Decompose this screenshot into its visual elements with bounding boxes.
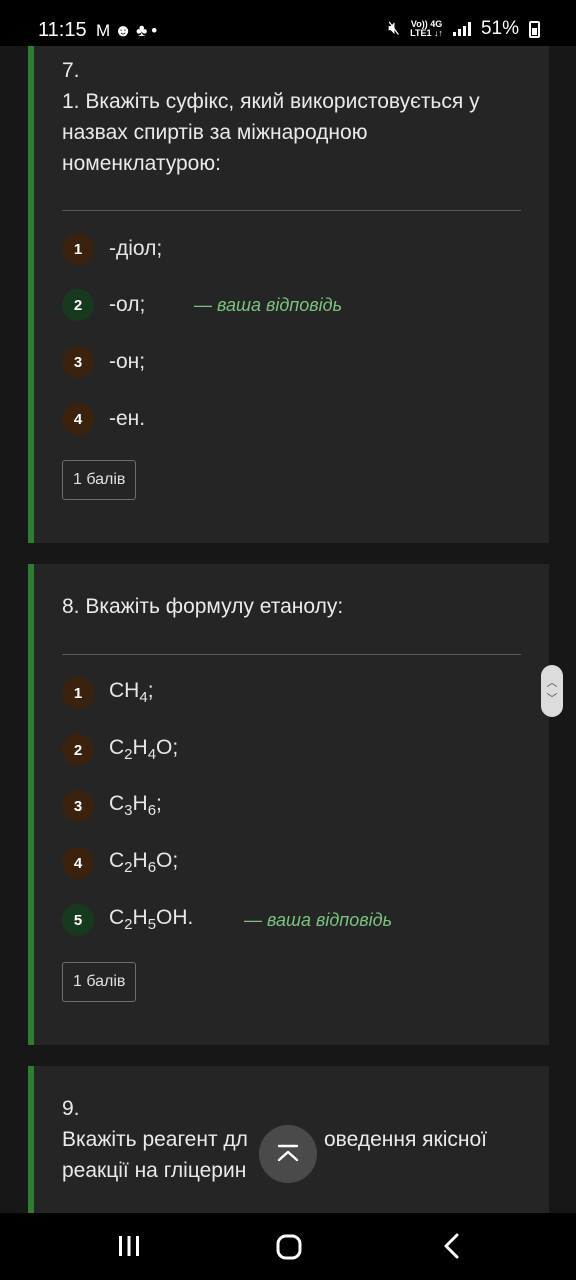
notification-icons: M☻♣• [96,21,161,41]
question-text-line-1b: оведення якісної [324,1128,487,1151]
question-text: 8. Вкажіть формулу етанолу: [62,595,344,618]
battery-icon [529,20,540,38]
question-card-8: 8. Вкажіть формулу етанолу: 1 CH4; 2 C2H… [28,564,549,1045]
dot-icon: • [151,21,162,40]
fast-scroll-handle[interactable]: ︿ ﹀ [541,665,563,717]
option-2[interactable]: 2 -ол; [62,288,145,322]
chevron-up-icon: ︿ [546,677,558,689]
option-3[interactable]: 3 C3H6; [62,789,162,823]
recent-apps-button[interactable] [116,1233,142,1259]
question-number: 7. [62,59,80,82]
option-number: 2 [62,734,94,766]
divider [62,210,521,211]
your-answer-label: — ваша відповідь [194,295,343,315]
option-formula: C2H4O; [109,736,179,764]
option-text: -ол; [109,293,146,316]
your-answer-label: — ваша відповідь [244,910,393,930]
option-5[interactable]: 5 C2H5OH. [62,903,193,937]
points-badge: 1 балів [62,460,137,500]
status-bar: 11:15 M☻♣• 🔇︎ Vo)) 4G LTE1 ↓↑ 51% [0,0,576,46]
option-number: 3 [62,346,94,378]
network-indicator: Vo)) 4G LTE1 ↓↑ [410,19,443,38]
home-icon [276,1234,302,1260]
option-text: -ен. [109,407,146,430]
home-button[interactable] [275,1233,303,1261]
question-text-line-1a: Вкажіть реагент дл [62,1128,248,1151]
option-text: -он; [109,350,146,373]
option-number: 1 [62,677,94,709]
clock: 11:15 [38,19,87,41]
option-number: 5 [62,904,94,936]
recent-apps-icon [119,1236,139,1256]
divider [62,654,521,655]
question-number: 9. [62,1097,80,1120]
option-1[interactable]: 1 CH4; [62,676,154,710]
option-formula: CH4; [109,679,154,707]
option-formula: C2H6O; [109,849,179,877]
signal-icon [452,22,471,36]
mute-icon: 🔇︎ [388,18,401,39]
points-badge: 1 балів [62,962,137,1002]
question-text-line-2: реакції на гліцерин [62,1159,247,1182]
back-button[interactable] [440,1233,462,1259]
option-3[interactable]: 3 -он; [62,345,145,379]
option-number: 3 [62,790,94,822]
option-number: 2 [62,289,94,321]
back-icon [444,1233,459,1259]
battery-percent: 51% [480,18,519,39]
option-1[interactable]: 1 -діол; [62,232,162,266]
option-number: 1 [62,233,94,265]
option-text: -діол; [109,237,163,260]
option-formula: C2H5OH. [109,906,194,934]
option-number: 4 [62,403,94,435]
option-4[interactable]: 4 -ен. [62,402,145,436]
gmail-icon: M [96,21,115,40]
navigation-bar [0,1213,576,1280]
question-text: 1. Вкажіть суфікс, який використовується… [62,90,480,175]
option-formula: C3H6; [109,792,162,820]
option-number: 4 [62,847,94,879]
scroll-to-top-button[interactable] [259,1125,317,1183]
scroll-to-top-icon [277,1144,299,1162]
app-icon: ♣ [136,21,152,40]
option-2[interactable]: 2 C2H4O; [62,733,178,767]
chevron-down-icon: ﹀ [546,693,558,705]
option-4[interactable]: 4 C2H6O; [62,846,178,880]
app-icon: ☻ [114,21,137,40]
question-card-7: 7. 1. Вкажіть суфікс, який використовуєт… [28,46,549,543]
